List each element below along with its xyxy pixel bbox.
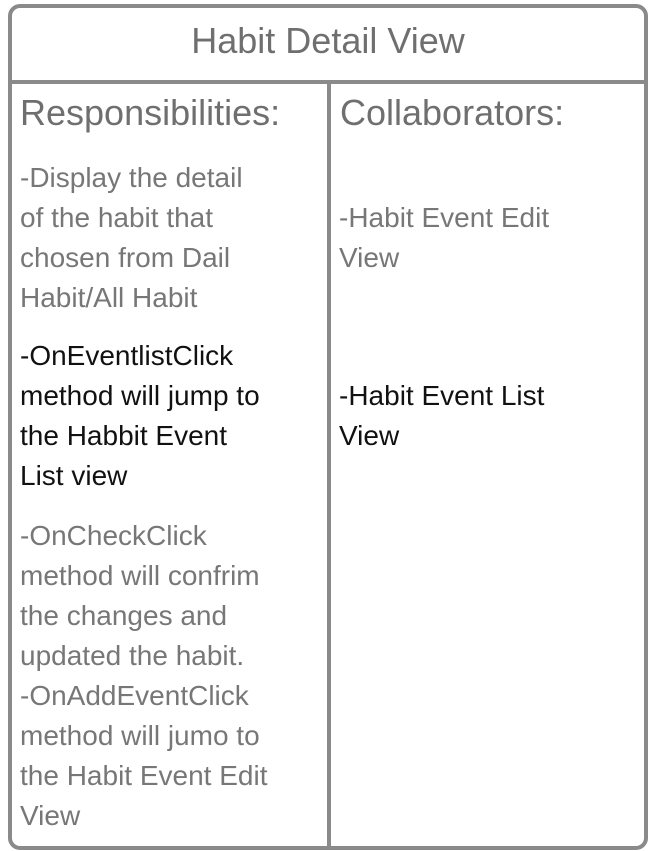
responsibilities-header: Responsibilities: xyxy=(20,92,281,133)
card-title: Habit Detail View xyxy=(12,8,644,84)
responsibility-item: -OnEventlistClick method will jump to th… xyxy=(20,340,260,491)
collaborator-item: -Habit Event List View xyxy=(339,380,545,451)
responsibilities-column: Responsibilities: -Display the detail of… xyxy=(12,84,331,846)
responsibility-item: -Display the detail of the habit that ch… xyxy=(20,162,243,313)
crc-card: Habit Detail View Responsibilities: -Dis… xyxy=(8,4,648,850)
collaborator-item: -Habit Event Edit View xyxy=(339,202,550,273)
collaborators-header: Collaborators: xyxy=(340,92,565,133)
collaborators-column: Collaborators: -Habit Event Edit View -H… xyxy=(331,84,644,846)
responsibility-item: -OnCheckClick method will confrim the ch… xyxy=(20,520,268,831)
